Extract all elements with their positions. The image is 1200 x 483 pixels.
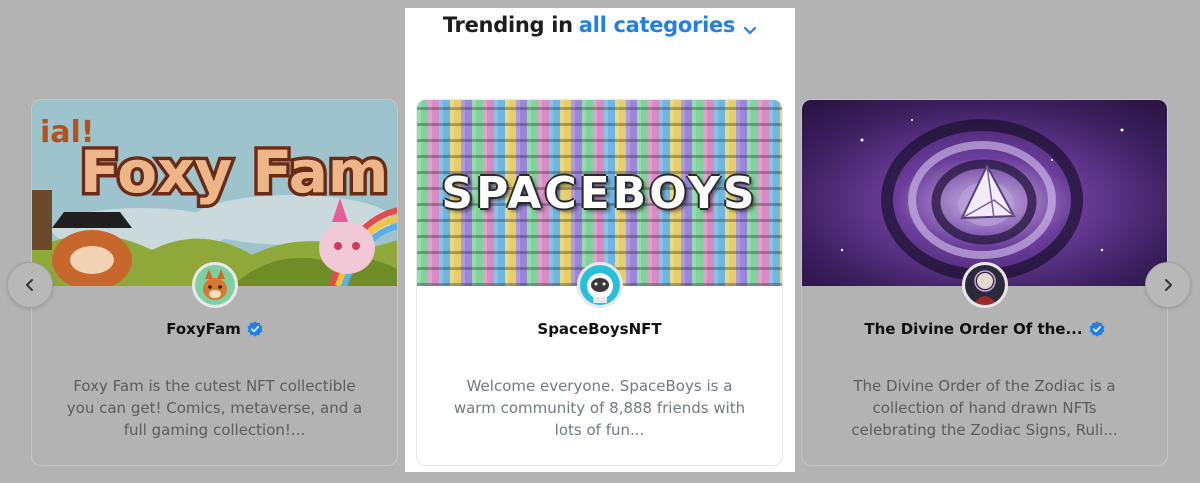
carousel-next-button[interactable] bbox=[1145, 262, 1191, 308]
collection-banner bbox=[802, 100, 1167, 286]
collection-avatar[interactable] bbox=[191, 262, 238, 308]
banner-title: SPACEBOYS bbox=[441, 168, 758, 219]
collection-avatar[interactable] bbox=[576, 262, 623, 308]
verified-badge-icon bbox=[1089, 321, 1104, 337]
collection-description: Welcome everyone. SpaceBoys is a warm co… bbox=[453, 377, 746, 439]
heading-prefix: Trending in bbox=[442, 13, 573, 37]
collection-name[interactable]: The Divine Order Of the... bbox=[802, 318, 1167, 340]
collection-name[interactable]: FoxyFam bbox=[32, 318, 397, 340]
chevron-right-icon bbox=[1165, 279, 1172, 291]
collection-banner: ial! Foxy Fam Foxy Fam bbox=[32, 100, 397, 286]
chevron-left-icon bbox=[26, 279, 33, 291]
collection-banner: SPACEBOYS bbox=[417, 100, 782, 286]
collection-description: The Divine Order of the Zodiac is a coll… bbox=[851, 377, 1118, 439]
chevron-down-icon[interactable] bbox=[743, 18, 757, 35]
collection-name-text: SpaceBoysNFT bbox=[537, 320, 662, 338]
collection-name[interactable]: SpaceBoysNFT bbox=[417, 318, 782, 340]
collection-card-divine-order[interactable]: The Divine Order Of the... The Divine Or… bbox=[801, 99, 1168, 466]
collection-name-text: FoxyFam bbox=[166, 320, 241, 338]
collection-name-text: The Divine Order Of the... bbox=[864, 320, 1083, 338]
verified-badge-icon bbox=[247, 321, 263, 337]
category-dropdown[interactable]: all categories bbox=[579, 13, 736, 37]
collection-avatar[interactable] bbox=[961, 262, 1008, 308]
svg-text:Foxy Fam: Foxy Fam bbox=[80, 138, 388, 206]
collection-card-foxyfam[interactable]: ial! Foxy Fam Foxy Fam FoxyFam Foxy Fam … bbox=[31, 99, 398, 466]
collection-description: Foxy Fam is the cutest NFT collectible y… bbox=[66, 377, 363, 439]
carousel-prev-button[interactable] bbox=[7, 262, 53, 308]
trending-heading: Trending in all categories bbox=[405, 8, 795, 42]
collection-card-spaceboys[interactable]: SPACEBOYS SpaceBoysNFT Welcome everyone.… bbox=[416, 99, 783, 466]
